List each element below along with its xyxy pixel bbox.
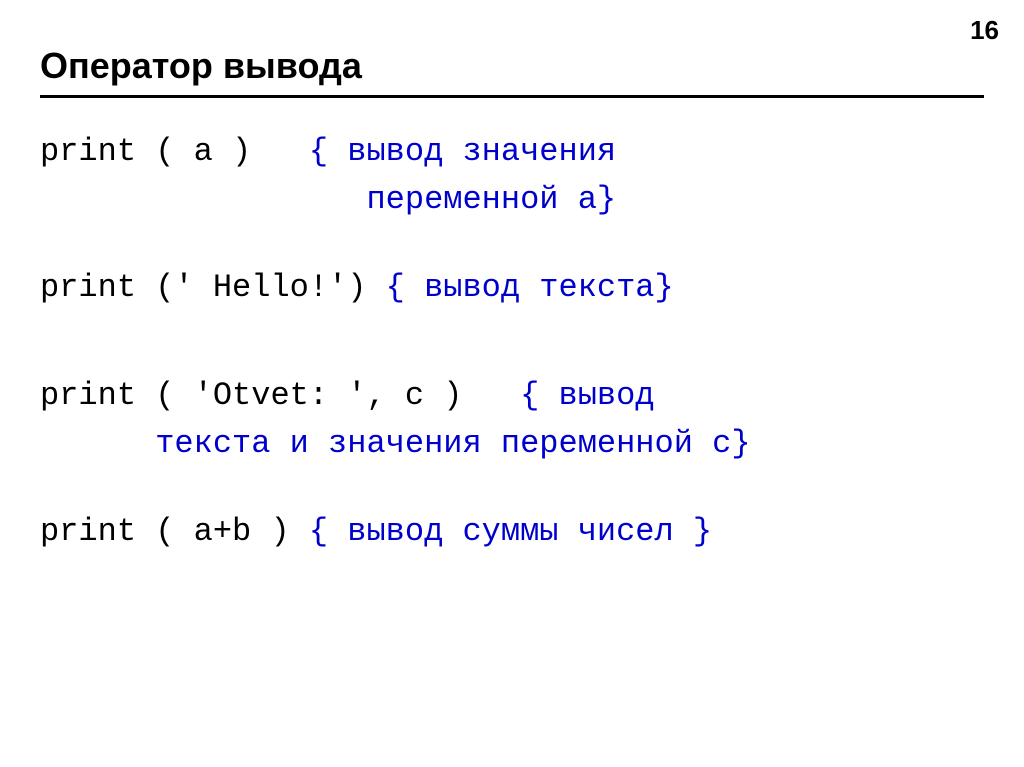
code-text: print (' Hello!') <box>40 269 386 306</box>
comment-text: текста и значения переменной с} <box>155 425 750 462</box>
comment-text: переменной a} <box>366 181 616 218</box>
example-2: print (' Hello!') { вывод текста} <box>40 264 984 312</box>
comment-text: { вывод <box>520 377 654 414</box>
example-3: print ( 'Otvet: ', c ) { вывод текста и … <box>40 372 984 468</box>
code-text: print ( 'Otvet: ', c ) <box>40 377 520 414</box>
example-4: print ( a+b ) { вывод суммы чисел } <box>40 508 984 556</box>
page-title: Оператор вывода <box>40 45 984 87</box>
title-divider <box>40 95 984 98</box>
comment-text: { вывод значения <box>309 133 616 170</box>
comment-text: { вывод текста} <box>386 269 674 306</box>
page-number: 16 <box>970 15 999 46</box>
code-text: print ( a+b ) <box>40 513 309 550</box>
indent <box>40 176 366 224</box>
example-1: print ( a ) { вывод значения переменной … <box>40 128 984 224</box>
comment-text: { вывод суммы чисел } <box>309 513 712 550</box>
code-text: print ( a ) <box>40 133 309 170</box>
indent <box>40 420 155 468</box>
